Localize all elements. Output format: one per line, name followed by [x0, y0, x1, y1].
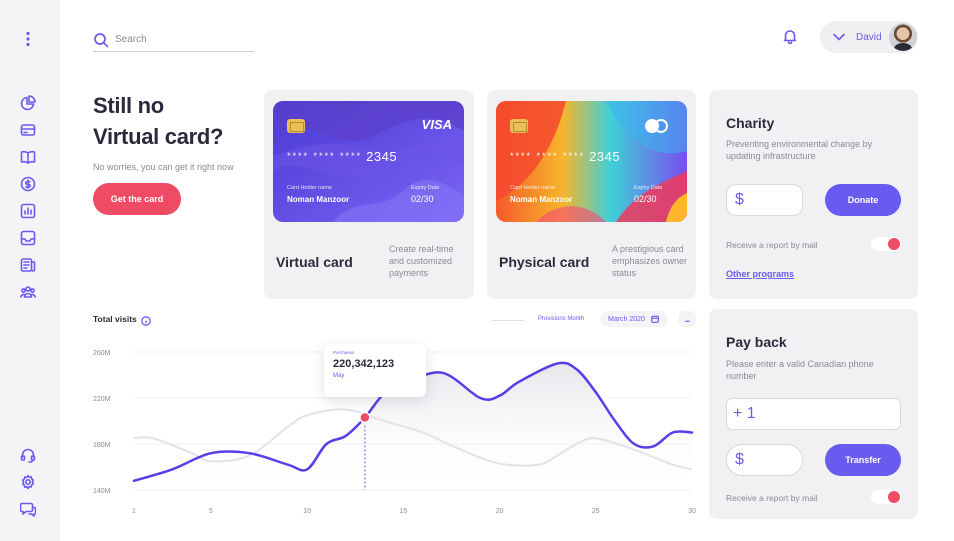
donate-button[interactable]: Donate [825, 184, 901, 216]
x-tick-label: 25 [592, 508, 600, 515]
x-tick-label: 1 [132, 508, 136, 515]
avatar [889, 23, 917, 51]
currency-symbol: $ [735, 191, 744, 208]
holder-label: Card Holder name [287, 185, 332, 191]
inbox-icon[interactable] [19, 229, 37, 247]
payback-report-toggle[interactable] [871, 490, 901, 504]
charity-amount-input[interactable]: $ [726, 184, 803, 216]
chat-icon[interactable] [19, 500, 37, 518]
physical-credit-card[interactable]: **** **** **** 2345 Card Holder name Nom… [496, 101, 687, 222]
bar-chart-icon[interactable] [19, 202, 37, 220]
charity-description: Preventing environmental change by updat… [726, 139, 873, 161]
search-bar[interactable] [93, 28, 254, 52]
holder-name: Noman Manzoor [287, 195, 350, 204]
virtual-card-title: Virtual card [276, 254, 353, 270]
card-number-last: 2345 [589, 149, 621, 164]
expiry-label: Expiry Date [634, 185, 663, 191]
holder-label: Card Holder name [510, 185, 555, 191]
dollar-icon[interactable] [19, 175, 37, 193]
user-menu[interactable]: David [820, 21, 918, 53]
hero-subtitle: No worries, you can get it right now [93, 162, 234, 172]
legend-line [492, 320, 524, 321]
charity-title: Charity [726, 115, 775, 131]
x-tick-label: 30 [688, 508, 696, 515]
card-chip-icon [510, 119, 528, 133]
tooltip-month: May [333, 373, 345, 379]
info-icon[interactable] [141, 313, 151, 326]
y-tick-label: 180M [93, 442, 111, 449]
charity-report-toggle[interactable] [871, 237, 901, 251]
virtual-credit-card[interactable]: VISA **** **** **** 2345 Card Holder nam… [273, 101, 464, 222]
card-number: **** **** **** 2345 [510, 149, 620, 164]
physical-card-title: Physical card [499, 254, 590, 270]
month-selector[interactable]: March 2020 [600, 311, 668, 327]
y-tick-label: 140M [93, 488, 111, 495]
more-options-button[interactable]: ... [678, 311, 696, 327]
x-tick-label: 20 [496, 508, 504, 515]
get-card-button[interactable]: Get the card [93, 183, 181, 215]
legend-label: Provisions Month [538, 316, 585, 322]
phone-prefix: + 1 [733, 405, 756, 422]
virtual-card-panel[interactable]: VISA **** **** **** 2345 Card Holder nam… [264, 90, 474, 299]
menu-dots-icon[interactable] [19, 30, 37, 48]
virtual-card-description: Create real-time and customized payments [389, 244, 454, 278]
book-icon[interactable] [19, 148, 37, 166]
highlight-point[interactable] [359, 411, 371, 424]
month-label: March 2020 [608, 315, 645, 323]
sidebar [0, 0, 60, 541]
transfer-button[interactable]: Transfer [825, 444, 901, 476]
card-chip-icon [287, 119, 305, 133]
payback-panel: Pay back Please enter a valid Canadian p… [709, 309, 918, 519]
notification-bell-icon[interactable] [782, 28, 800, 46]
expiry-date: 02/30 [411, 194, 434, 204]
settings-icon[interactable] [19, 473, 37, 491]
visa-logo: VISA [421, 117, 452, 132]
currency-symbol: $ [735, 451, 744, 468]
credit-card-icon[interactable] [19, 121, 37, 139]
other-programs-link[interactable]: Other programs [726, 269, 794, 279]
search-input[interactable] [115, 34, 245, 45]
card-number-masked: **** **** **** [510, 151, 586, 161]
payback-title: Pay back [726, 334, 787, 350]
payback-amount-input[interactable]: $ [726, 444, 803, 476]
payback-report-label: Receive a report by mail [726, 493, 818, 503]
calendar-icon [651, 315, 659, 323]
pie-chart-icon[interactable] [19, 94, 37, 112]
mastercard-logo [645, 119, 669, 133]
expiry-date: 02/30 [634, 194, 657, 204]
chart-title: Total visits [93, 314, 137, 324]
chevron-down-icon [832, 30, 846, 44]
x-tick-label: 5 [209, 508, 213, 515]
payback-description: Please enter a valid Canadian phone numb… [726, 359, 874, 381]
charity-report-label: Receive a report by mail [726, 240, 818, 250]
user-name: David [856, 31, 882, 43]
expiry-label: Expiry Date [411, 185, 440, 191]
physical-card-description: A prestigious card emphasizes owner stat… [612, 244, 688, 278]
x-tick-label: 15 [399, 508, 407, 515]
headset-icon[interactable] [19, 446, 37, 464]
physical-card-panel[interactable]: **** **** **** 2345 Card Holder name Nom… [487, 90, 696, 299]
phone-input[interactable]: + 1 [726, 398, 901, 430]
x-tick-label: 10 [303, 508, 311, 515]
news-icon[interactable] [19, 256, 37, 274]
tooltip-value: 220,342,123 [333, 358, 395, 370]
people-icon[interactable] [19, 283, 37, 301]
tooltip-label: Purchases [333, 350, 355, 355]
card-number: **** **** **** 2345 [287, 149, 397, 164]
holder-name: Noman Manzoor [510, 195, 573, 204]
hero-title: Still no Virtual card? [93, 90, 253, 152]
hero-title-line2: Virtual card? [93, 124, 224, 149]
search-icon [94, 32, 109, 47]
y-tick-label: 260M [93, 350, 111, 357]
card-number-last: 2345 [366, 149, 398, 164]
card-number-masked: **** **** **** [287, 151, 363, 161]
chart-tooltip: Purchases 220,342,123 May [324, 344, 426, 397]
hero-title-line1: Still no [93, 93, 164, 118]
charity-panel: Charity Preventing environmental change … [709, 90, 918, 299]
y-tick-label: 220M [93, 396, 111, 403]
